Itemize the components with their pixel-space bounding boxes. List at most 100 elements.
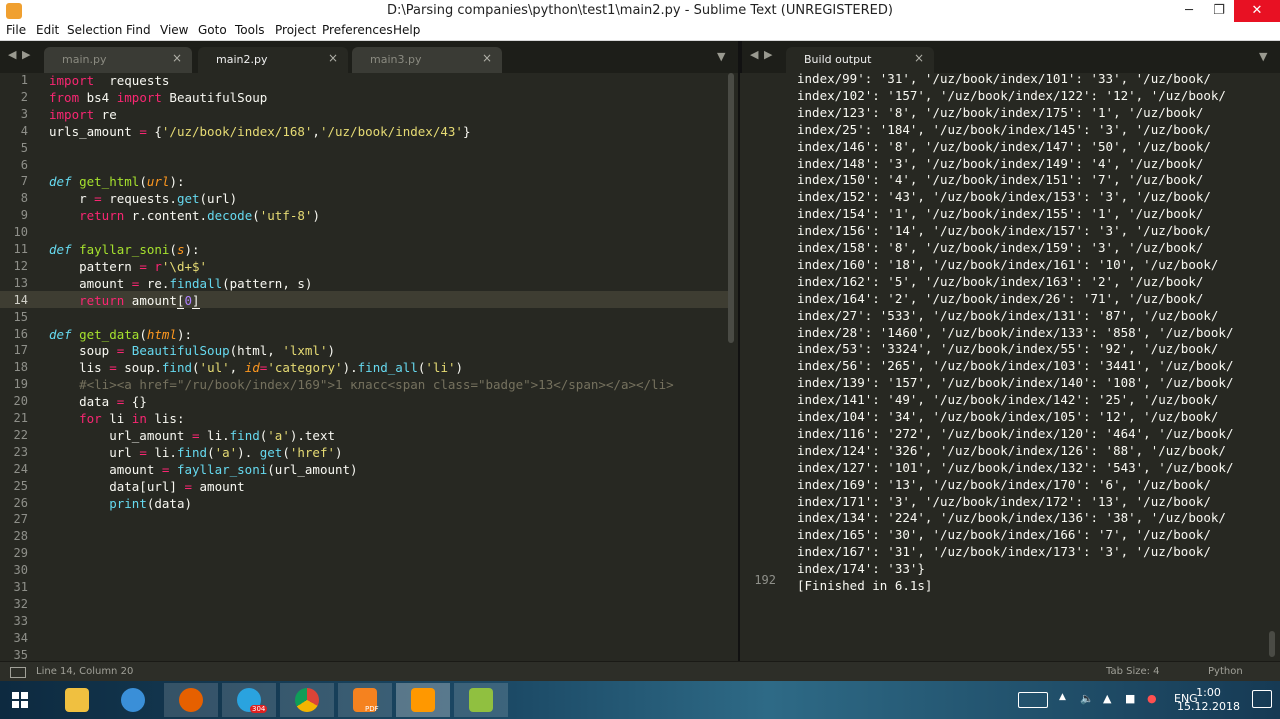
network-icon[interactable]: ▲ <box>1103 692 1111 705</box>
menu-project[interactable]: Project <box>275 23 316 37</box>
clock[interactable]: 1:00 15.12.2018 <box>1177 686 1240 714</box>
tray-overflow-icon[interactable]: ▲ <box>1059 692 1066 702</box>
menu-selection[interactable]: Selection <box>67 23 122 37</box>
output-line: index/154': '1', '/uz/book/index/155': '… <box>797 206 1204 222</box>
code-line[interactable]: url_amount = li.find('a').text <box>49 428 335 443</box>
taskbar-pdf[interactable]: PDF <box>338 683 392 717</box>
tab-main2-py[interactable]: main2.py × <box>198 47 348 73</box>
output-line: index/124': '326', '/uz/book/index/126':… <box>797 442 1226 458</box>
code-line[interactable]: amount = fayllar_soni(url_amount) <box>49 461 357 477</box>
code-line[interactable]: lis = soup.find('ul', id='category').fin… <box>49 360 463 375</box>
volume-icon[interactable]: 🔈 <box>1080 692 1094 705</box>
code-token: ) <box>455 360 464 376</box>
minimize-button[interactable]: ─ <box>1174 0 1204 22</box>
code-token: ( <box>192 360 200 376</box>
code-line[interactable]: import requests <box>49 73 169 88</box>
code-line[interactable]: return r.content.decode('utf-8') <box>49 208 320 223</box>
taskbar-notepadpp[interactable] <box>454 683 508 717</box>
menu-view[interactable]: View <box>160 23 188 37</box>
menu-help[interactable]: Help <box>393 23 420 37</box>
tab-scroll-right-icon[interactable]: ▶ <box>22 48 30 61</box>
tab-main3-py[interactable]: main3.py × <box>352 47 502 73</box>
tab-size[interactable]: Tab Size: 4 <box>1106 666 1160 677</box>
taskbar-sublime[interactable] <box>396 683 450 717</box>
taskbar-telegram[interactable]: 304 <box>222 683 276 717</box>
menu-goto[interactable]: Goto <box>198 23 227 37</box>
maximize-button[interactable]: ❐ <box>1204 0 1234 22</box>
code-line[interactable]: return amount[0] <box>49 292 200 309</box>
taskbar-file-explorer[interactable] <box>50 683 104 717</box>
panel-toggle-icon[interactable] <box>10 667 26 678</box>
menu-find[interactable]: Find <box>126 23 151 37</box>
tab-build-output[interactable]: Build output × <box>786 47 934 73</box>
tab-scroll-right-icon[interactable]: ▶ <box>764 48 772 61</box>
code-token: , <box>312 123 320 139</box>
keyboard-icon[interactable] <box>1018 692 1048 708</box>
code-line[interactable]: print(data) <box>49 496 192 511</box>
code-line[interactable]: import re <box>49 107 117 122</box>
code-token: ( <box>139 326 147 342</box>
code-editor[interactable]: 1 2 3 4 5 6 7 8 9 10 11 12 13 14 15 16 17 18 19 20 21 22 23 24 2… <box>0 73 740 661</box>
tab-scroll-left-icon[interactable]: ◀ <box>750 48 758 61</box>
menu-file[interactable]: File <box>6 23 26 37</box>
tab-close-icon[interactable]: × <box>328 51 338 65</box>
telegram-unread-badge: 304 <box>250 705 268 713</box>
tab-dropdown-icon[interactable]: ▼ <box>1259 50 1267 63</box>
tab-dropdown-icon[interactable]: ▼ <box>717 50 725 63</box>
taskbar-app[interactable] <box>106 683 160 717</box>
clock-date: 15.12.2018 <box>1177 700 1240 713</box>
tab-close-icon[interactable]: × <box>482 51 492 65</box>
menu-tools[interactable]: Tools <box>235 23 265 37</box>
code-line[interactable]: r = requests.get(url) <box>49 191 237 206</box>
code-token: amount <box>49 461 162 477</box>
line-number: 10 <box>13 225 28 240</box>
code-line[interactable]: for li in lis: <box>49 411 184 426</box>
code-line[interactable]: def get_data(html): <box>49 327 192 342</box>
line-number: 20 <box>13 394 28 409</box>
antivirus-icon[interactable]: ● <box>1147 692 1157 705</box>
tab-close-icon[interactable]: × <box>172 51 182 65</box>
tab-scroll-left-icon[interactable]: ◀ <box>8 48 16 61</box>
code-token: lis <box>49 360 110 376</box>
taskbar-firefox[interactable] <box>164 683 218 717</box>
output-line: index/139': '157', '/uz/book/index/140':… <box>797 375 1234 391</box>
code-token: ( <box>252 208 260 224</box>
code-token: def <box>49 326 72 342</box>
windows-start-icon[interactable] <box>12 692 28 708</box>
code-line[interactable]: url = li.find('a'). get('href') <box>49 444 342 460</box>
tab-close-icon[interactable]: × <box>914 51 924 65</box>
code-line[interactable]: urls_amount = {'/uz/book/index/168','/uz… <box>49 124 470 139</box>
code-line[interactable]: soup = BeautifulSoup(html, 'lxml') <box>49 343 335 358</box>
output-scrollbar[interactable] <box>1269 631 1275 657</box>
tab-label: Build output <box>804 53 872 66</box>
build-output-panel[interactable]: index/99': '31', '/uz/book/index/101': '… <box>740 73 1280 661</box>
output-line: index/116': '272', '/uz/book/index/120':… <box>797 425 1234 441</box>
close-button[interactable]: ✕ <box>1234 0 1280 22</box>
notifications-icon[interactable] <box>1252 690 1272 708</box>
code-token: ( <box>139 174 147 190</box>
code-line[interactable]: #<li><a href="/ru/book/index/169">1 клас… <box>49 377 674 392</box>
output-line: index/171': '3', '/uz/book/index/172': '… <box>797 493 1211 509</box>
menu-preferences[interactable]: Preferences <box>322 23 393 37</box>
code-token: get <box>176 191 200 207</box>
code-line[interactable]: data = {} <box>49 394 147 409</box>
code-line[interactable]: def fayllar_soni(s): <box>49 242 200 257</box>
editor-scrollbar[interactable] <box>728 73 734 343</box>
menu-edit[interactable]: Edit <box>36 23 59 37</box>
cursor-position: Line 14, Column 20 <box>36 666 134 677</box>
code-token: = <box>184 478 192 494</box>
code-line[interactable]: data[url] = amount <box>49 478 244 494</box>
code-line[interactable]: pattern = r'\d+$' <box>49 259 207 274</box>
code-line[interactable]: from bs4 import BeautifulSoup <box>49 90 267 105</box>
code-token: soup. <box>116 360 162 376</box>
taskbar-chrome[interactable] <box>280 683 334 717</box>
code-line[interactable]: amount = re.findall(pattern, s) <box>49 276 312 291</box>
code-line[interactable]: def get_html(url): <box>49 174 185 189</box>
syntax-mode[interactable]: Python <box>1208 666 1243 677</box>
tab-main-py[interactable]: main.py × <box>44 47 192 73</box>
title-bar: D:\Parsing companies\python\test1\main2.… <box>0 0 1280 23</box>
security-icon[interactable]: ■ <box>1125 692 1135 705</box>
code-token: get <box>259 444 283 460</box>
